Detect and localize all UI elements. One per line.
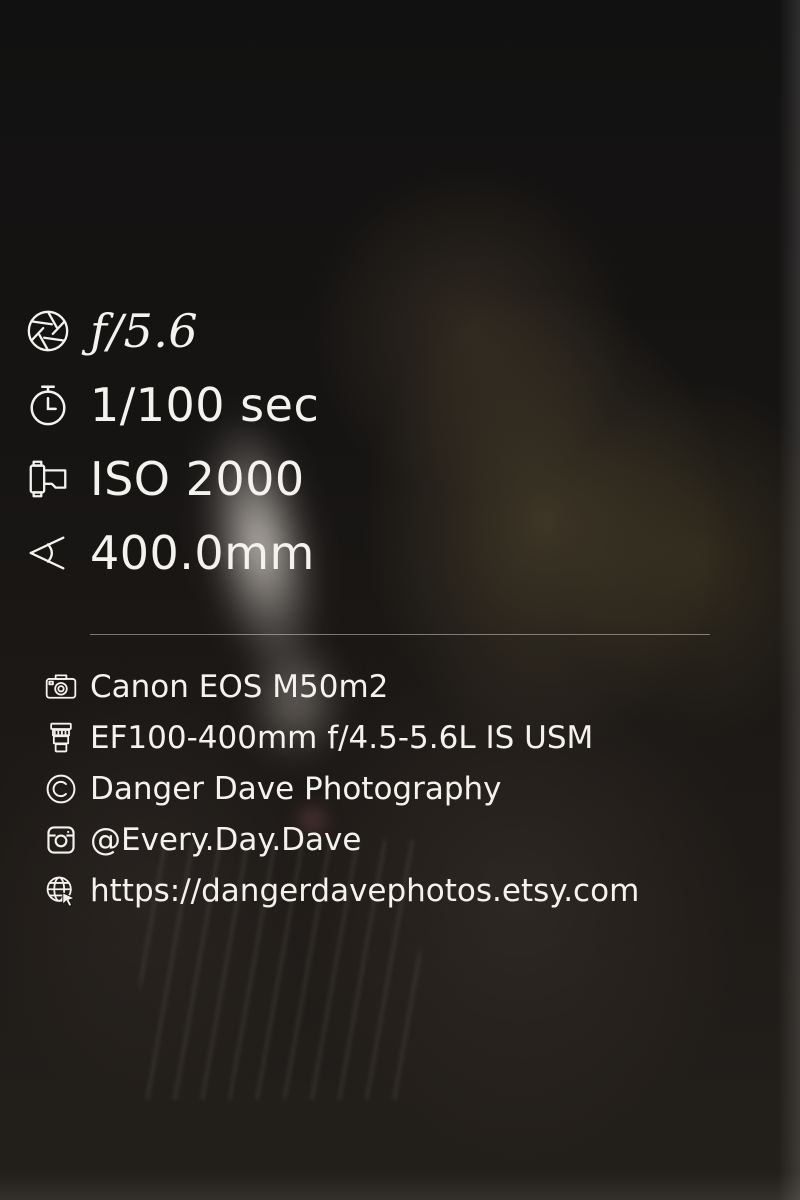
copyright-row: Danger Dave Photography xyxy=(42,767,502,811)
lens-icon xyxy=(42,719,80,757)
field-of-view-icon xyxy=(24,529,72,577)
camera-icon xyxy=(42,668,80,706)
shutter-speed-value: 1/100 sec xyxy=(90,378,320,432)
aperture-value: ƒ/5.6 xyxy=(90,304,199,358)
camera-model: Canon EOS M50m2 xyxy=(90,669,389,705)
globe-cursor-icon xyxy=(42,872,80,910)
divider-line xyxy=(90,634,710,635)
aperture-icon xyxy=(24,307,72,355)
instagram-row: @Every.Day.Dave xyxy=(42,818,361,862)
shutter-speed-row: 1/100 sec xyxy=(24,374,319,436)
camera-row: Canon EOS M50m2 xyxy=(42,665,388,709)
iso-value: ISO 2000 xyxy=(90,452,305,506)
instagram-icon xyxy=(42,821,80,859)
instagram-handle[interactable]: @Every.Day.Dave xyxy=(90,818,361,862)
focal-length-row: 400.0mm xyxy=(24,522,315,584)
exif-overlay: ƒ/5.6 1/100 sec ISO 2000 400.0mm Canon E… xyxy=(0,0,800,1200)
aperture-row: ƒ/5.6 xyxy=(24,300,198,362)
lens-model: EF100-400mm f/4.5-5.6L IS USM xyxy=(90,720,594,756)
copyright-icon xyxy=(42,770,80,808)
lens-row: EF100-400mm f/4.5-5.6L IS USM xyxy=(42,716,593,760)
film-canister-icon xyxy=(24,455,72,503)
website-link[interactable]: https://dangerdavephotos.etsy.com xyxy=(90,869,639,913)
iso-row: ISO 2000 xyxy=(24,448,305,510)
focal-length-value: 400.0mm xyxy=(90,526,315,580)
stopwatch-icon xyxy=(24,381,72,429)
copyright-owner: Danger Dave Photography xyxy=(90,771,502,807)
website-row: https://dangerdavephotos.etsy.com xyxy=(42,869,639,913)
